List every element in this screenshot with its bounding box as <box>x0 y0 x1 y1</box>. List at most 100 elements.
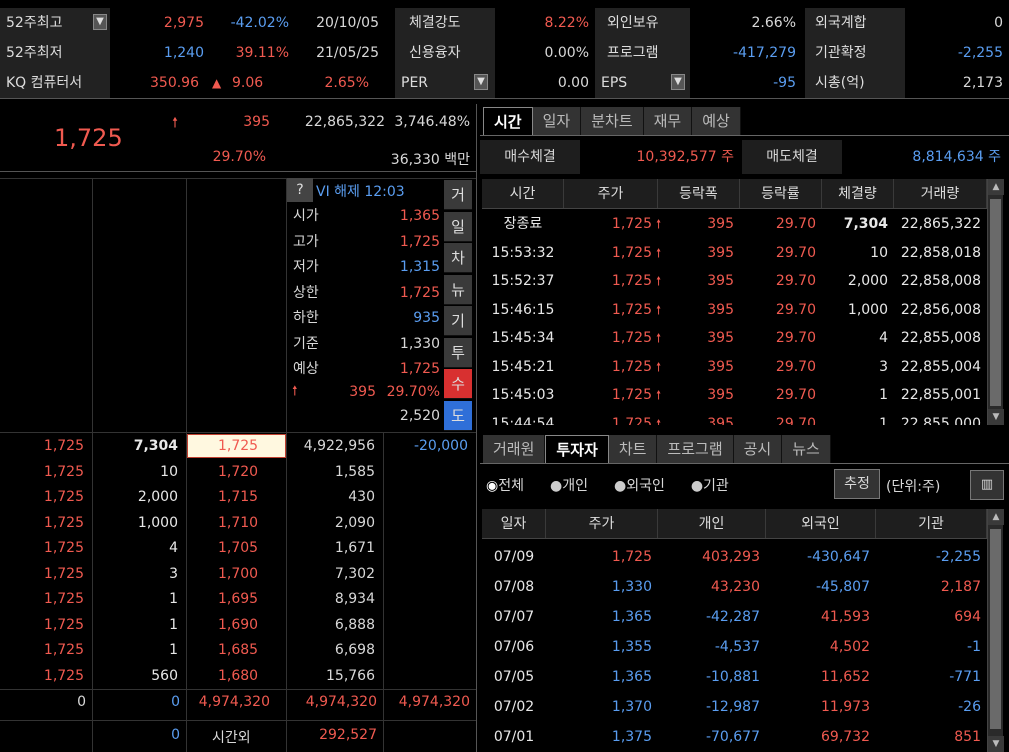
scroll-up-icon[interactable]: ▲ <box>988 509 1004 525</box>
tab-tabs_bottom-2[interactable]: 차트 <box>608 435 658 463</box>
side-button-5[interactable]: 투 <box>444 337 472 368</box>
info-row: 기준 1,330 <box>287 332 444 357</box>
side-button-1[interactable]: 일 <box>444 211 472 242</box>
orderbook-price[interactable]: 1,710 <box>186 511 286 537</box>
tab-tabs_top-2[interactable]: 분차트 <box>581 107 644 135</box>
investor-row: 07/07 1,365 -42,287 41,593 694 <box>482 602 987 632</box>
orderbook-qty: 6,698 <box>334 642 375 658</box>
side-button-2[interactable]: 차 <box>444 243 472 273</box>
investor-row: 07/09 1,725 403,293 -430,647 -2,255 <box>482 542 987 572</box>
tick-vol: 22,858,018 <box>900 244 981 261</box>
orderbook-price[interactable]: 1,705 <box>186 536 286 562</box>
date-52w-high: 20/10/05 <box>316 15 379 31</box>
tick-qty: 3 <box>879 358 888 375</box>
value-foreign-hold: 2.66% <box>751 15 796 31</box>
tab-tabs_bottom-1[interactable]: 투자자 <box>545 435 609 463</box>
orderbook-diff <box>383 536 476 562</box>
radio-institution[interactable]: ●기관 <box>691 475 729 495</box>
side-button-4[interactable]: 기 <box>444 306 472 336</box>
tick-row: 15:46:15 1,725 🠕 395 29.70 1,000 22,856,008 <box>482 296 987 325</box>
investor-indiv: -10,881 <box>705 669 760 685</box>
investor-price: 1,365 <box>611 609 652 625</box>
orderbook-price[interactable]: 1,725 <box>186 434 286 460</box>
tab-tabs_top-1[interactable]: 일자 <box>532 107 582 135</box>
ticks-header-cell: 등락폭 <box>658 179 740 208</box>
investor-price: 1,355 <box>611 639 652 655</box>
scroll-up-icon[interactable]: ▲ <box>988 179 1004 195</box>
tick-row: 15:52:37 1,725 🠕 395 29.70 2,000 22,858,008 <box>482 267 987 296</box>
tab-tabs_bottom-5[interactable]: 뉴스 <box>782 435 831 463</box>
orderbook-c2: 3 <box>169 565 178 582</box>
radio-all[interactable]: ◉전체 <box>486 475 524 495</box>
orderbook-c1: 1,725 <box>43 438 84 454</box>
orderbook-c2: 1,000 <box>137 514 178 531</box>
side-button-0[interactable]: 거 <box>444 180 472 210</box>
tick-chg: 395 <box>707 358 734 375</box>
tick-rate: 29.70 <box>775 244 816 261</box>
help-button[interactable]: ? <box>287 178 313 202</box>
sell-volume-label: 매도체결 <box>742 140 842 174</box>
dropdown-52w-icon[interactable]: ▼ <box>93 14 107 30</box>
radio-individual[interactable]: ●개인 <box>550 475 588 495</box>
info-qty: 2,520 <box>399 408 440 424</box>
orderbook-price[interactable]: 1,700 <box>186 562 286 588</box>
top-tab-bar: 시간 일자 분차트 재무 예상 <box>483 107 741 135</box>
label-inst-confirm: 기관확정 <box>805 38 905 68</box>
radio-foreign[interactable]: ●외국인 <box>614 475 665 495</box>
tab-tabs_top-0[interactable]: 시간 <box>483 107 533 135</box>
investor-indiv: 403,293 <box>702 549 760 565</box>
tab-tabs_bottom-0[interactable]: 거래원 <box>483 435 546 463</box>
info-value: 1,315 <box>399 259 440 275</box>
ticks-scrollbar[interactable]: ▲ ▼ <box>987 179 1004 425</box>
estimate-button[interactable]: 추정 <box>834 469 880 499</box>
tab-tabs_top-3[interactable]: 재무 <box>643 107 693 135</box>
quote-panel: 1,725 🠕 395 22,865,322 3,746.48% 29.70% … <box>0 104 476 172</box>
tick-time: 15:53:32 <box>491 244 555 261</box>
orderbook-qty: 7,302 <box>334 565 375 582</box>
total-c3: 4,974,320 <box>198 694 270 710</box>
investor-date: 07/07 <box>493 609 535 625</box>
ticks-scroll-thumb[interactable] <box>990 199 1001 406</box>
orderbook-price[interactable]: 1,680 <box>186 664 286 690</box>
scroll-down-icon[interactable]: ▼ <box>988 736 1004 752</box>
investor-scroll-thumb[interactable] <box>990 529 1001 729</box>
investor-foreign: 69,732 <box>821 729 870 745</box>
dropdown-eps-icon[interactable]: ▼ <box>671 74 685 90</box>
investor-price: 1,375 <box>611 729 652 745</box>
investor-foreign: 4,502 <box>829 639 870 655</box>
investor-price: 1,330 <box>611 579 652 595</box>
price-rate: 29.70% <box>212 149 266 165</box>
scroll-down-icon[interactable]: ▼ <box>988 409 1004 425</box>
orderbook-c1: 1,725 <box>43 565 84 582</box>
chart-toggle-icon[interactable]: ▥ <box>970 470 1004 500</box>
investor-filter-group: ◉전체 ●개인 ●외국인 ●기관 <box>486 475 729 495</box>
tab-tabs_top-4[interactable]: 예상 <box>692 107 741 135</box>
investor-price: 1,370 <box>611 699 652 715</box>
investor-scrollbar[interactable]: ▲ ▼ <box>987 509 1004 752</box>
side-button-3[interactable]: 뉴 <box>444 274 472 305</box>
orderbook-c1: 1,725 <box>43 540 84 556</box>
orderbook-price[interactable]: 1,690 <box>186 613 286 639</box>
tick-row: 15:45:21 1,725 🠕 395 29.70 3 22,855,004 <box>482 353 987 382</box>
orderbook-c1: 1,725 <box>43 463 84 480</box>
orderbook-c2: 1 <box>169 616 178 633</box>
up-arrow-icon: 🠕 <box>292 384 298 399</box>
info-row: 하한 935 <box>287 306 444 331</box>
info-row: 저가 1,315 <box>287 255 444 280</box>
up-triangle-icon: ▲ <box>212 76 222 90</box>
orderbook-price[interactable]: 1,695 <box>186 587 286 613</box>
orderbook-price[interactable]: 1,715 <box>186 485 286 511</box>
side-button-7[interactable]: 도 <box>444 400 472 431</box>
tick-chg: 395 <box>707 244 734 261</box>
dropdown-per-icon[interactable]: ▼ <box>474 74 488 90</box>
investor-date: 07/06 <box>493 639 535 655</box>
rate-52w-low: 39.11% <box>235 45 289 61</box>
tab-tabs_bottom-3[interactable]: 프로그램 <box>657 435 734 463</box>
orderbook-price[interactable]: 1,720 <box>186 460 286 486</box>
tab-tabs_bottom-4[interactable]: 공시 <box>733 435 783 463</box>
side-button-6[interactable]: 수 <box>444 369 472 399</box>
tick-rate: 29.70 <box>775 273 816 289</box>
orderbook-price[interactable]: 1,685 <box>186 638 286 664</box>
total-c4: 4,974,320 <box>305 694 377 710</box>
tick-chg: 395 <box>707 273 734 289</box>
